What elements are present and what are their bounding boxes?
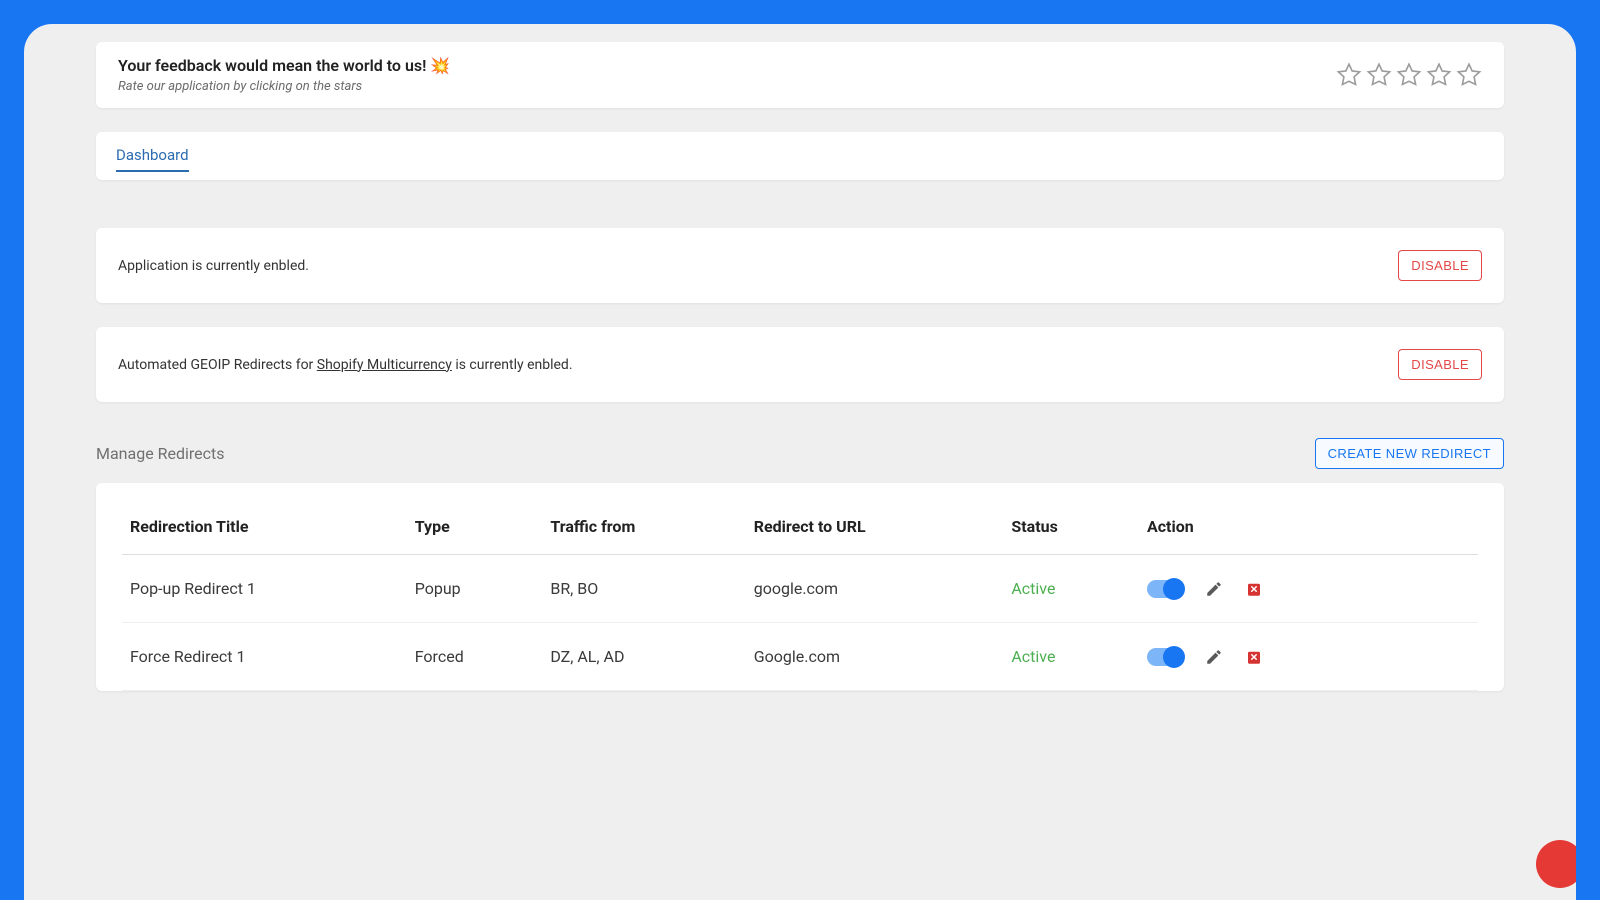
cell-title: Force Redirect 1 (122, 623, 407, 691)
col-from: Traffic from (542, 505, 745, 555)
star-icon[interactable] (1426, 62, 1452, 88)
col-title: Redirection Title (122, 505, 407, 555)
table-row: Pop-up Redirect 1 Popup BR, BO google.co… (122, 555, 1478, 623)
geoip-status-card: Automated GEOIP Redirects for Shopify Mu… (96, 327, 1504, 402)
geoip-prefix: Automated GEOIP Redirects for (118, 357, 317, 373)
geoip-status-text: Automated GEOIP Redirects for Shopify Mu… (118, 357, 573, 373)
create-new-redirect-button[interactable]: CREATE NEW REDIRECT (1315, 438, 1504, 469)
cell-type: Popup (407, 555, 543, 623)
redirects-table-card: Redirection Title Type Traffic from Redi… (96, 483, 1504, 691)
cell-action (1139, 623, 1478, 691)
cell-status: Active (1003, 555, 1139, 623)
col-to: Redirect to URL (746, 505, 1004, 555)
cell-status: Active (1003, 623, 1139, 691)
delete-icon[interactable] (1245, 580, 1263, 598)
cell-title: Pop-up Redirect 1 (122, 555, 407, 623)
redirects-table: Redirection Title Type Traffic from Redi… (122, 505, 1478, 691)
col-status: Status (1003, 505, 1139, 555)
app-status-text: Application is currently enbled. (118, 258, 309, 274)
star-icon[interactable] (1336, 62, 1362, 88)
feedback-subtitle: Rate our application by clicking on the … (118, 79, 450, 94)
cell-action (1139, 555, 1478, 623)
rating-stars (1336, 62, 1482, 88)
cell-from: BR, BO (542, 555, 745, 623)
delete-icon[interactable] (1245, 648, 1263, 666)
cell-to: google.com (746, 555, 1004, 623)
tabs-card: Dashboard (96, 132, 1504, 180)
feedback-text: Your feedback would mean the world to us… (118, 56, 450, 94)
tab-dashboard[interactable]: Dashboard (116, 142, 189, 172)
cell-to: Google.com (746, 623, 1004, 691)
disable-app-button[interactable]: DISABLE (1398, 250, 1482, 281)
star-icon[interactable] (1456, 62, 1482, 88)
app-status-card: Application is currently enbled. DISABLE (96, 228, 1504, 303)
cell-from: DZ, AL, AD (542, 623, 745, 691)
manage-redirects-header: Manage Redirects CREATE NEW REDIRECT (96, 438, 1504, 469)
geoip-suffix: is currently enbled. (452, 357, 573, 373)
col-type: Type (407, 505, 543, 555)
manage-redirects-title: Manage Redirects (96, 444, 225, 463)
shopify-multicurrency-link[interactable]: Shopify Multicurrency (317, 357, 452, 373)
table-row: Force Redirect 1 Forced DZ, AL, AD Googl… (122, 623, 1478, 691)
feedback-card: Your feedback would mean the world to us… (96, 42, 1504, 108)
pencil-icon[interactable] (1205, 648, 1223, 666)
app-window: Your feedback would mean the world to us… (24, 24, 1576, 900)
disable-geoip-button[interactable]: DISABLE (1398, 349, 1482, 380)
pencil-icon[interactable] (1205, 580, 1223, 598)
toggle-switch[interactable] (1147, 580, 1183, 598)
col-action: Action (1139, 505, 1478, 555)
star-icon[interactable] (1366, 62, 1392, 88)
row-actions (1147, 580, 1470, 598)
toggle-switch[interactable] (1147, 648, 1183, 666)
star-icon[interactable] (1396, 62, 1422, 88)
cell-type: Forced (407, 623, 543, 691)
row-actions (1147, 648, 1470, 666)
help-fab[interactable] (1536, 840, 1576, 888)
feedback-title: Your feedback would mean the world to us… (118, 56, 450, 75)
